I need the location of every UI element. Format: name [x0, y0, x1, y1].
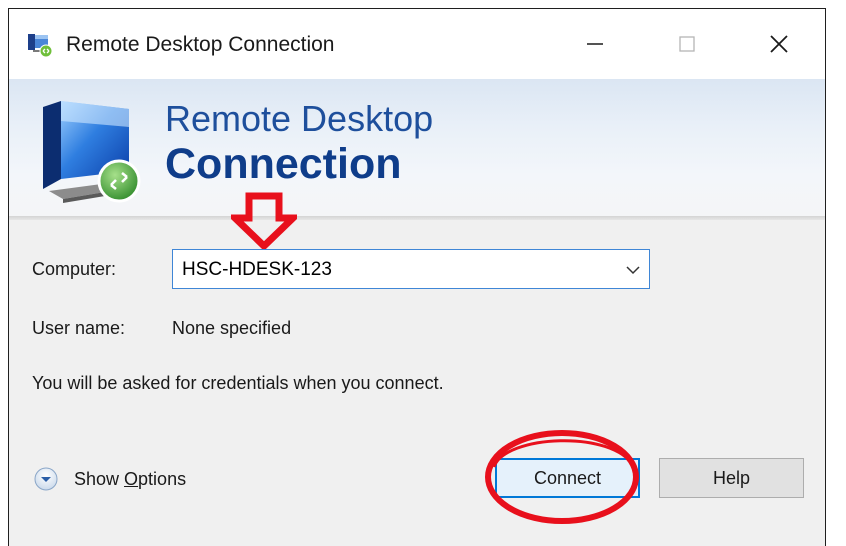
expand-circle-icon [34, 467, 58, 491]
show-options-button[interactable]: Show Options [34, 465, 186, 493]
close-icon [770, 35, 788, 53]
banner-title-line2: Connection [165, 140, 402, 188]
computer-label: Computer: [32, 259, 117, 279]
header-banner: Remote Desktop Connection [9, 79, 825, 216]
rdc-window: Remote Desktop Connection Remote Desktop… [8, 8, 826, 546]
minimize-button[interactable] [549, 9, 641, 79]
help-button[interactable]: Help [659, 458, 804, 498]
monitor-connection-logo [43, 101, 141, 203]
title-bar[interactable]: Remote Desktop Connection [9, 9, 825, 79]
red-arrow-annotation [231, 192, 297, 251]
chevron-down-icon[interactable] [625, 262, 641, 278]
banner-divider [9, 216, 825, 220]
computer-combobox[interactable]: HSC-HDESK-123 [172, 249, 650, 289]
close-button[interactable] [733, 9, 825, 79]
maximize-icon [679, 36, 695, 52]
computer-input[interactable]: HSC-HDESK-123 [182, 259, 332, 281]
username-label: User name: [32, 318, 126, 338]
banner-title-line1: Remote Desktop [165, 98, 434, 139]
minimize-icon [587, 43, 603, 45]
maximize-button[interactable] [641, 9, 733, 79]
username-value: None specified [172, 318, 292, 338]
remote-desktop-icon [28, 34, 53, 57]
credentials-info-text: You will be asked for credentials when y… [32, 373, 444, 393]
window-title: Remote Desktop Connection [66, 33, 335, 56]
connect-button[interactable]: Connect [495, 458, 640, 498]
show-options-label: Show Options [74, 468, 187, 489]
